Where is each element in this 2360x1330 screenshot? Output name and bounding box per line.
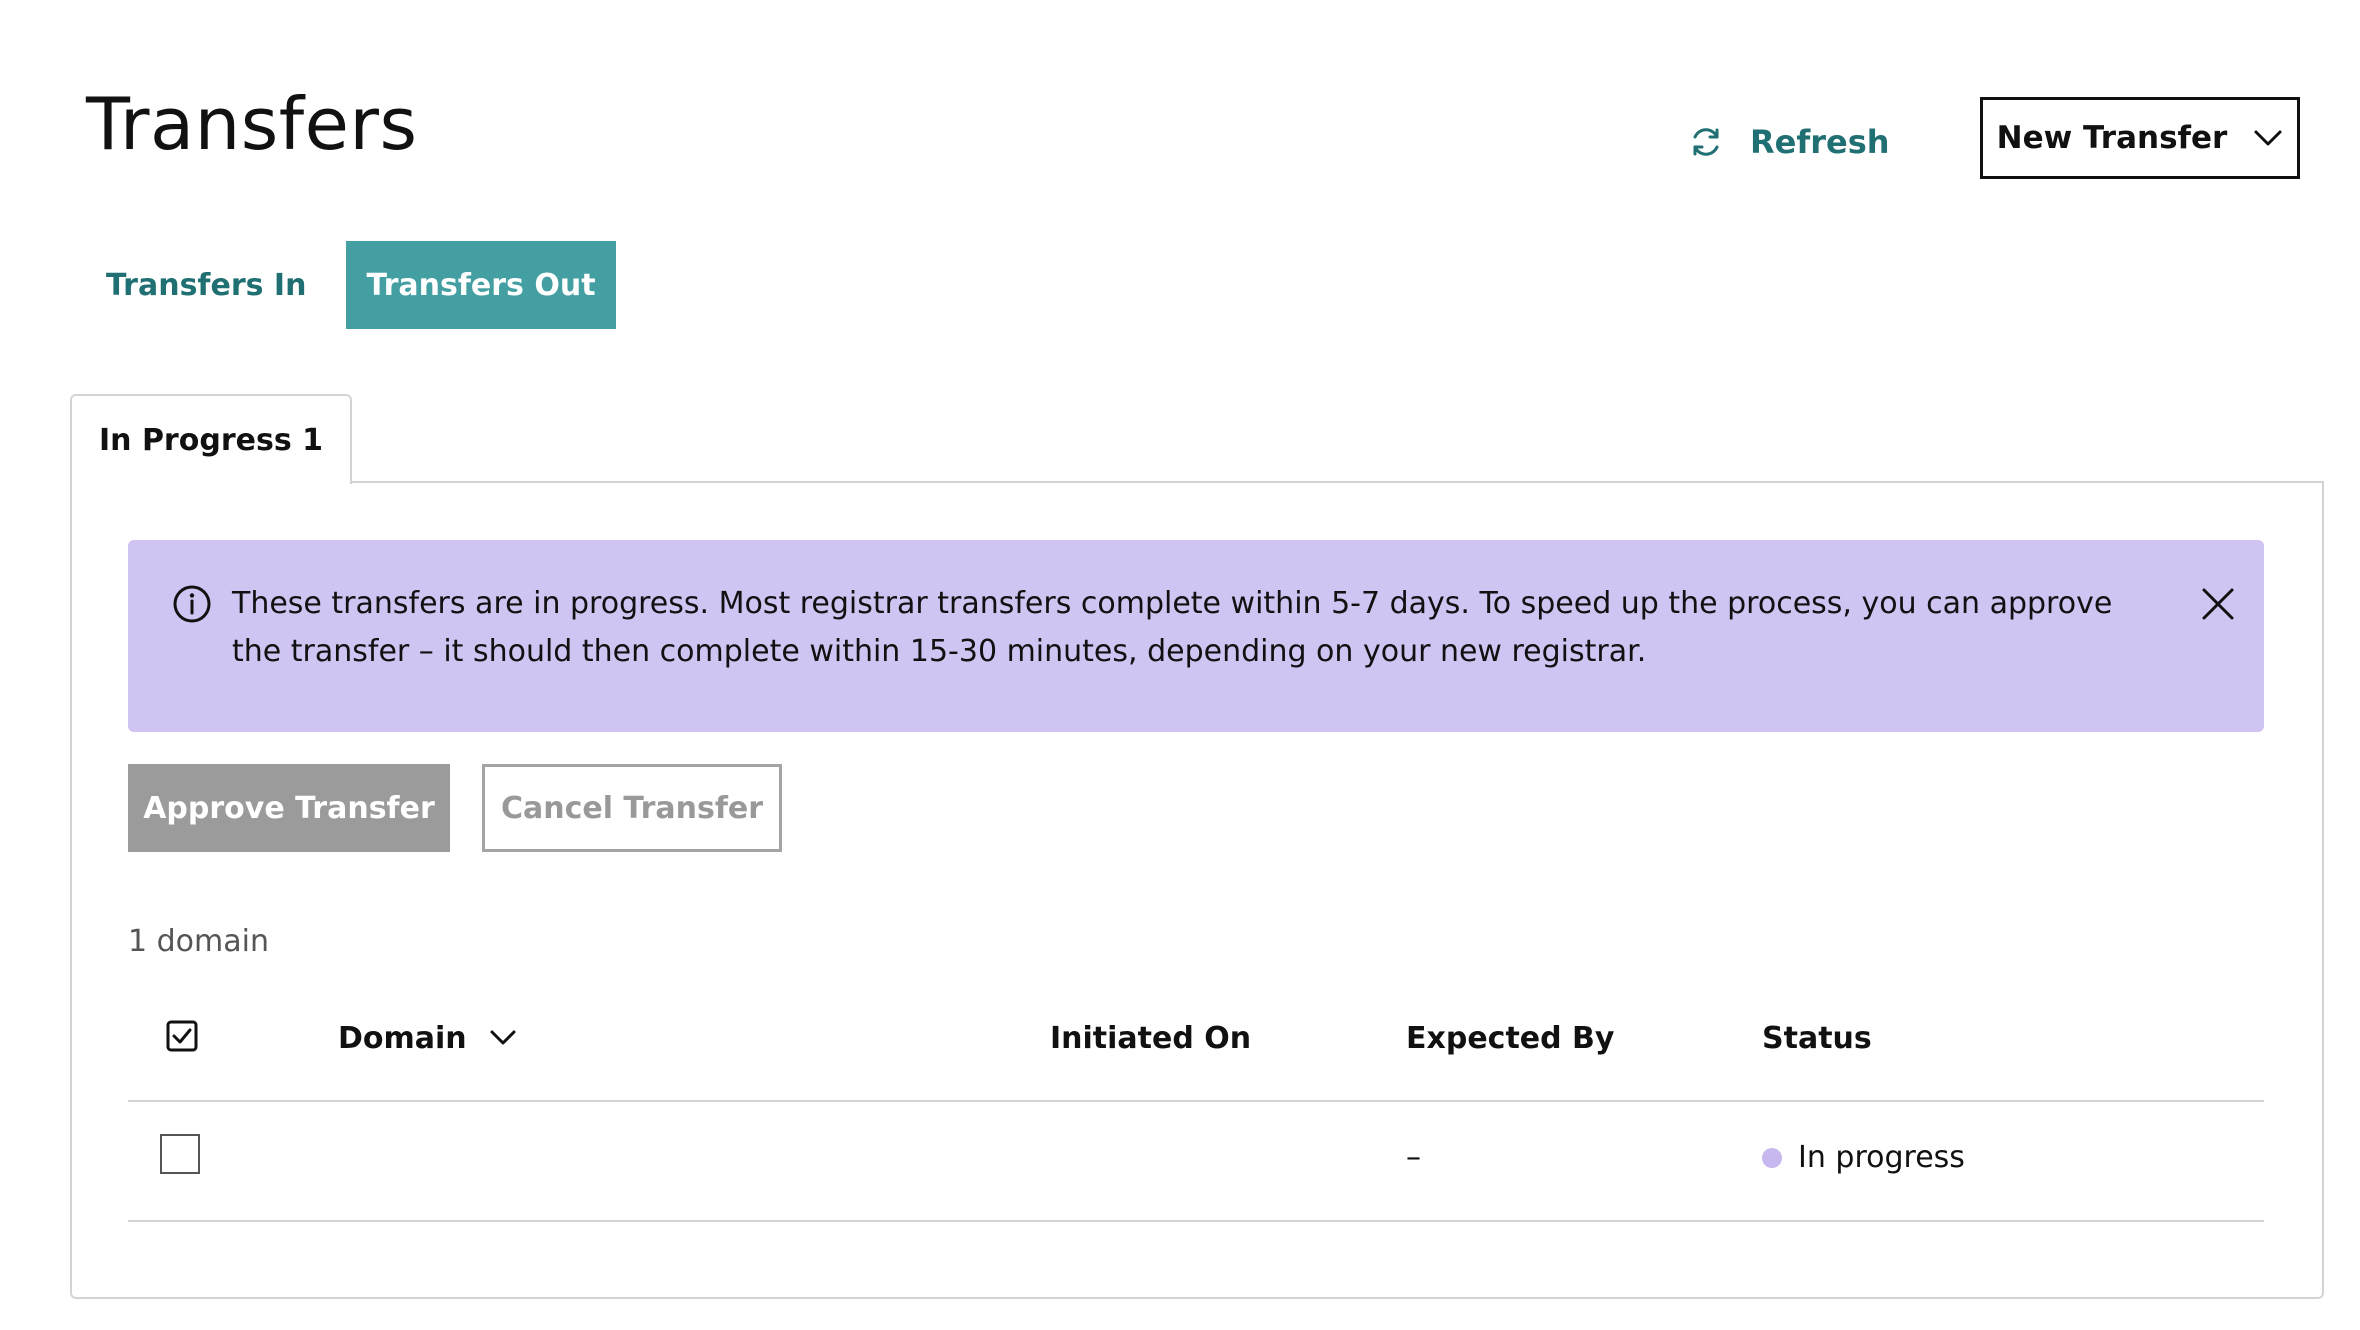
info-icon [172, 584, 212, 624]
column-header-initiated-on: Initiated On [1050, 1020, 1252, 1056]
approve-transfer-button[interactable]: Approve Transfer [128, 764, 450, 852]
page-title: Transfers [86, 82, 418, 166]
new-transfer-button[interactable]: New Transfer [1980, 97, 2300, 179]
new-transfer-label: New Transfer [1996, 120, 2228, 156]
tab-transfers-out[interactable]: Transfers Out [346, 241, 616, 329]
column-header-expected-by: Expected By [1406, 1020, 1615, 1056]
column-header-domain[interactable]: Domain [338, 1018, 517, 1058]
cell-expected-by: – [1406, 1140, 1421, 1175]
tab-transfers-in[interactable]: Transfers In [86, 241, 326, 329]
domain-count: 1 domain [128, 924, 269, 959]
refresh-icon [1686, 122, 1726, 162]
status-badge: In progress [1762, 1140, 1965, 1175]
close-icon[interactable] [2198, 584, 2238, 624]
alert-message: These transfers are in progress. Most re… [232, 586, 2113, 669]
status-dot [1762, 1147, 1782, 1168]
info-alert: These transfers are in progress. Most re… [128, 540, 2264, 732]
select-all-checkbox[interactable] [166, 1020, 198, 1052]
tab-in-progress[interactable]: In Progress 1 [70, 394, 352, 484]
column-header-domain-label: Domain [338, 1020, 467, 1056]
refresh-button[interactable]: Refresh [1686, 118, 1890, 166]
table-header-divider [128, 1100, 2264, 1102]
column-header-status: Status [1762, 1020, 1872, 1056]
cancel-transfer-button[interactable]: Cancel Transfer [482, 764, 782, 852]
refresh-label: Refresh [1750, 123, 1890, 161]
table-row-divider [128, 1220, 2264, 1222]
status-label: In progress [1798, 1140, 1965, 1175]
row-checkbox[interactable] [160, 1134, 200, 1174]
chevron-down-icon [489, 1029, 517, 1047]
chevron-down-icon [2253, 128, 2283, 148]
